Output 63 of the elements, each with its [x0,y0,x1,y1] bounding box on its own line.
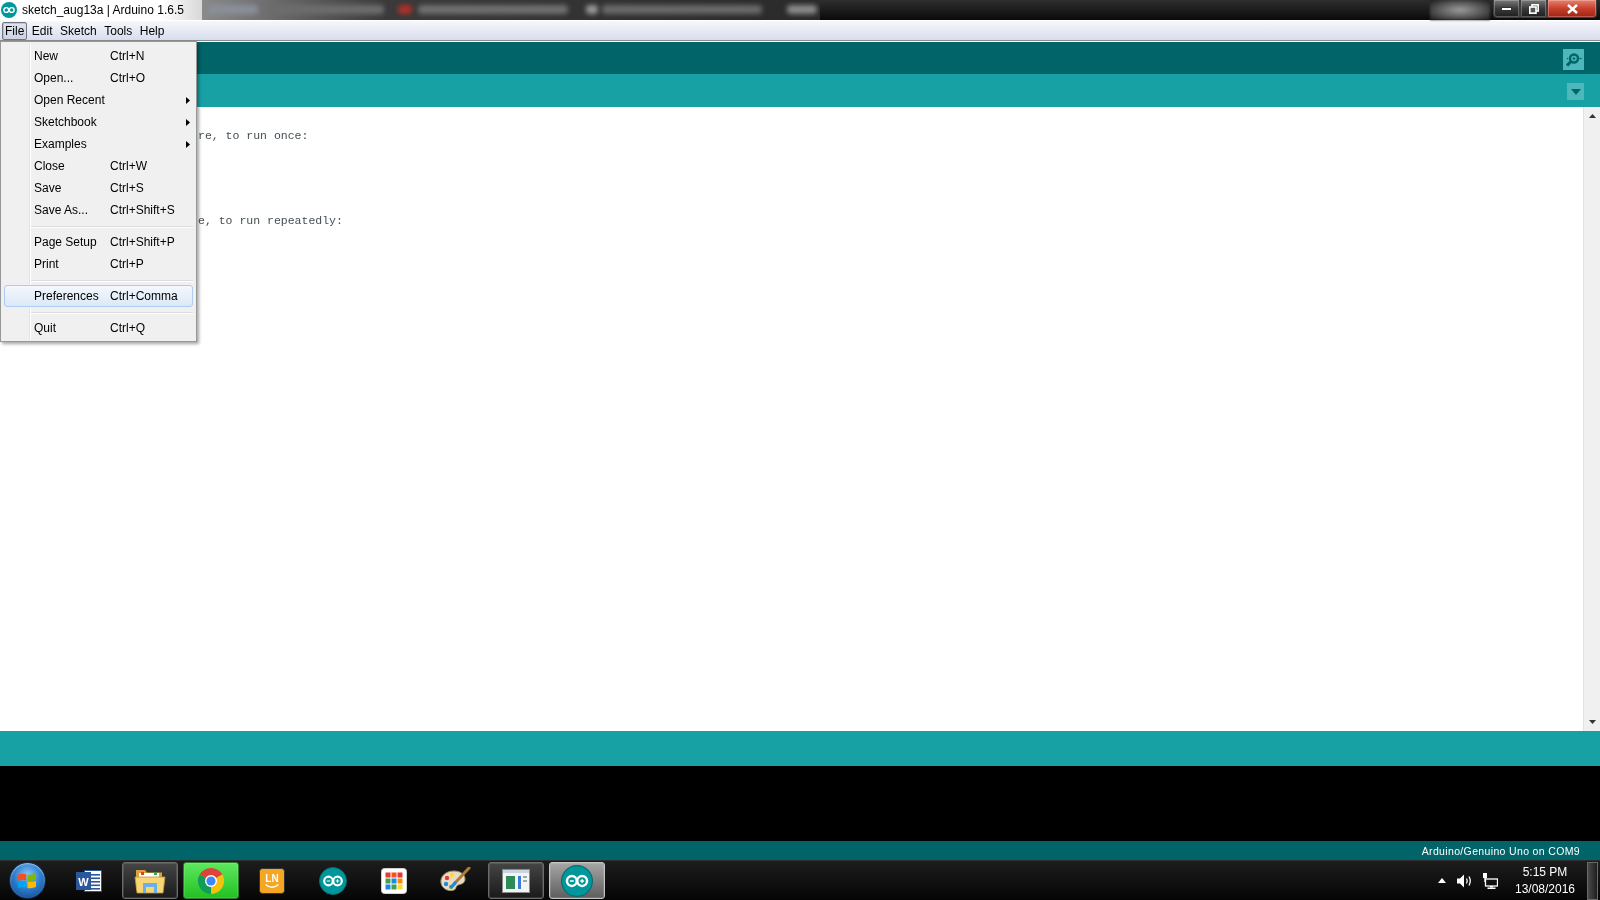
speaker-icon[interactable] [1457,873,1473,888]
menu-bar-item[interactable]: File [2,21,28,40]
flag-icon [18,872,36,889]
shortcut-label: Ctrl+O [110,71,146,85]
taskbar-button[interactable] [122,862,178,899]
menu-bar-item[interactable]: Edit [28,21,56,40]
start-button[interactable] [8,862,46,899]
menu-item[interactable]: Page Setup Ctrl+Shift+P [4,231,193,253]
infinity-logo-icon [1,2,17,18]
menu-bar-item[interactable]: Help [136,21,168,40]
code-line: e, to run repeatedly: [198,213,343,229]
tab-menu-button[interactable] [1567,83,1584,100]
toolbar-button[interactable] [1563,49,1584,70]
shortcut-label: Ctrl+N [110,49,146,63]
scrollbar[interactable] [1583,107,1600,731]
menu-item[interactable]: Print Ctrl+P [4,253,193,275]
infinity-logo-icon [561,864,593,897]
close-button[interactable] [1547,0,1597,18]
taskbar-button[interactable] [488,862,544,899]
shortcut-label: Ctrl+Comma [110,289,179,303]
minimize-button[interactable] [1493,0,1520,18]
blurred-region [1430,0,1490,20]
menu-item[interactable]: Open Recent [4,89,193,111]
network-icon[interactable] [1482,872,1498,889]
clock-time: 5:15 PM [1522,863,1568,881]
grid-tiles-icon [381,867,407,894]
infinity-logo-icon [319,866,347,895]
menu-item[interactable]: Sketchbook [4,111,193,133]
scroll-up-icon[interactable] [1588,114,1596,118]
shortcut-label: Ctrl+P [110,257,145,271]
taskbar-button[interactable]: W [61,862,117,899]
caret-down-icon [1570,88,1581,95]
show-desktop-button[interactable] [1587,861,1598,900]
menu-bar-item[interactable]: Sketch [57,21,100,40]
restore-button[interactable] [1520,0,1547,18]
close-icon [1566,3,1578,14]
code-line: re, to run once: [198,128,309,144]
menu-item[interactable]: Quit Ctrl+Q [4,317,193,339]
clock-date: 13/08/2016 [1514,880,1576,898]
shortcut-label: Ctrl+S [110,181,145,195]
shortcut-label: Ctrl+Shift+S [110,203,176,217]
menu-item[interactable]: Preferences Ctrl+Comma [4,285,193,307]
letter-tile-icon: LN [259,867,285,894]
menu-item[interactable]: Examples [4,133,193,155]
shortcut-label: Ctrl+Shift+P [110,235,176,249]
menu-item[interactable]: Close Ctrl+W [4,155,193,177]
window-title: sketch_aug13a | Arduino 1.6.5 [22,3,184,17]
menu-bar-item[interactable]: Tools [101,21,136,40]
caret-up-icon[interactable] [1438,878,1446,883]
minimize-icon [1501,6,1512,11]
menu-item[interactable]: Save Ctrl+S [4,177,193,199]
restore-icon [1528,3,1539,14]
menu-item[interactable]: New Ctrl+N [4,45,193,67]
shortcut-label: Ctrl+Q [110,321,146,335]
taskbar-button[interactable] [549,862,605,899]
board-status: Arduino/Genuino Uno on COM9 [1421,844,1580,857]
browser-icon [197,866,225,895]
shortcut-label: Ctrl+W [110,159,148,173]
window-icon [502,868,530,893]
menu-item[interactable]: Open... Ctrl+O [4,67,193,89]
magnifier-icon [1565,52,1582,67]
scroll-down-icon[interactable] [1588,720,1596,724]
menu-item[interactable]: Save As... Ctrl+Shift+S [4,199,193,221]
